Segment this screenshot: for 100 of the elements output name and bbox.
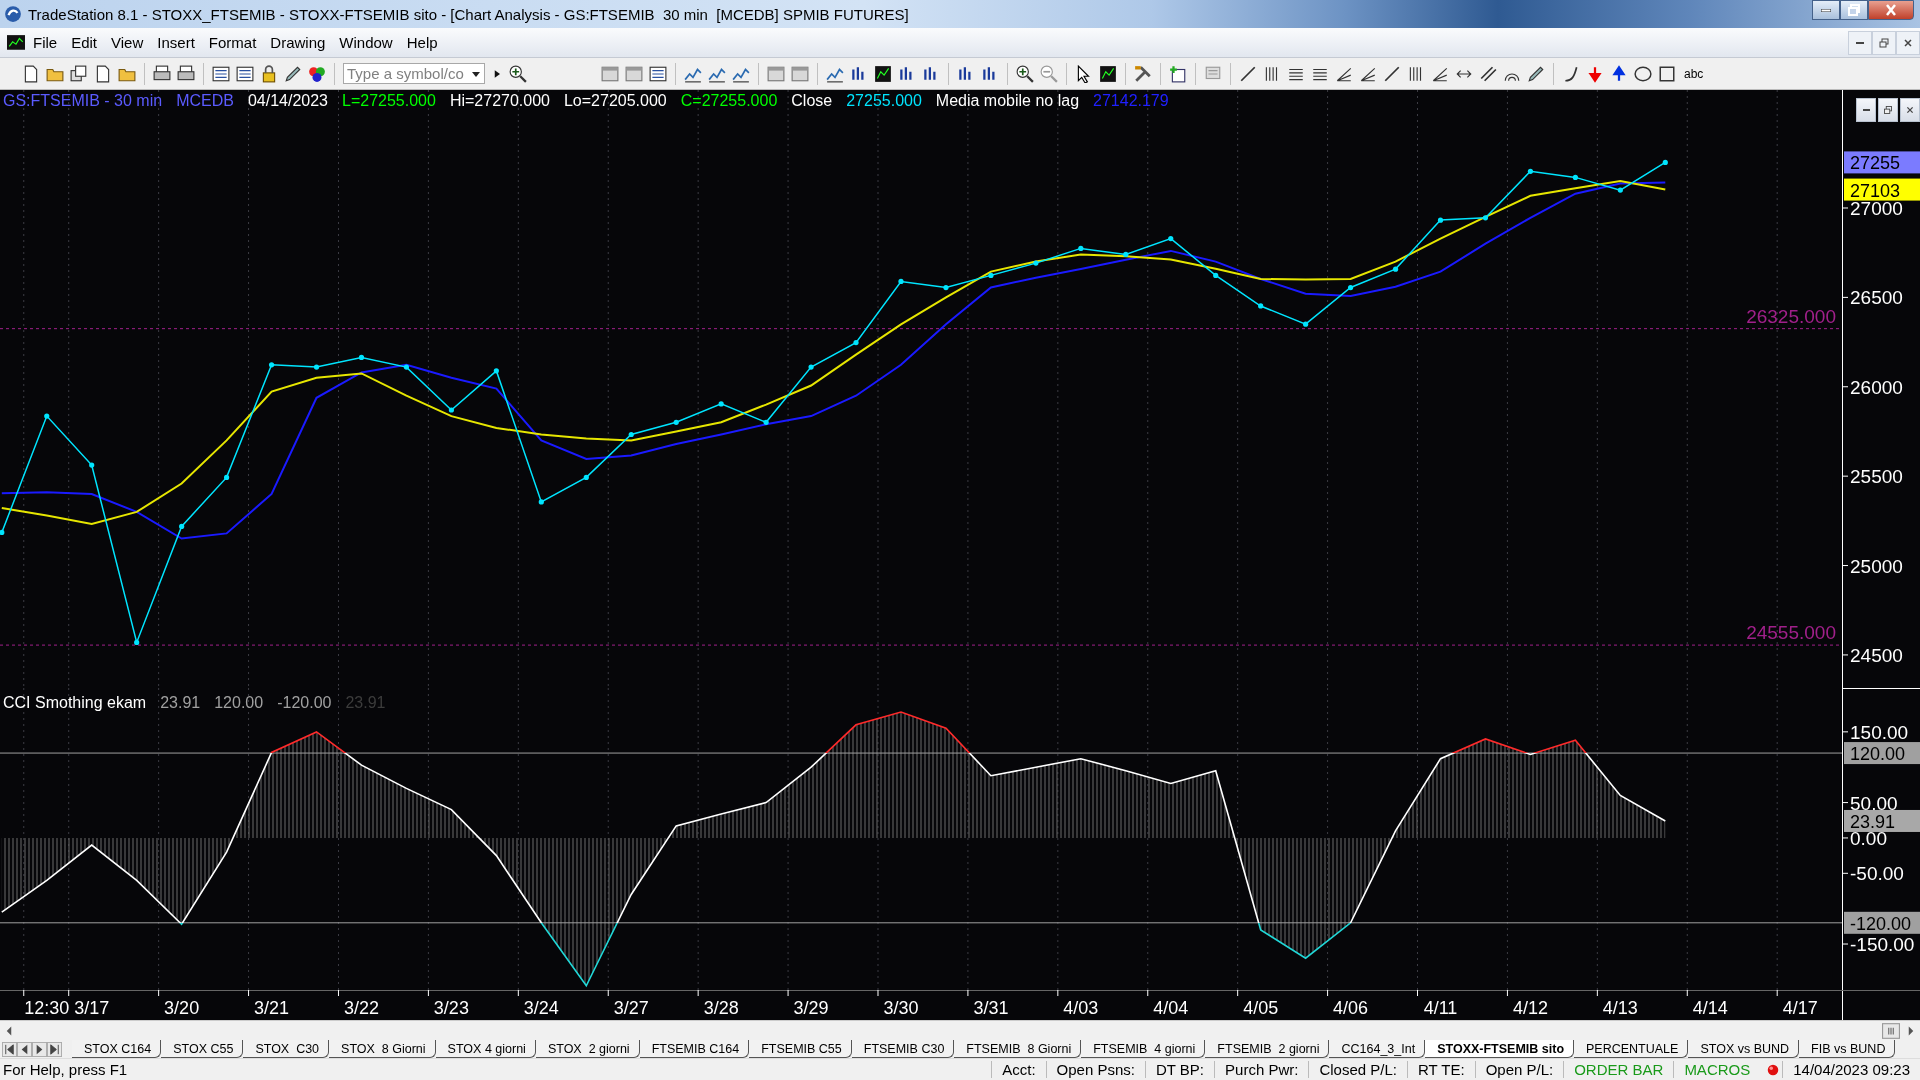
sheet-tab[interactable]: STOX 8 Giorni	[329, 1040, 436, 1058]
ellipse-icon[interactable]	[1634, 64, 1652, 83]
sheet-tab[interactable]: STOX C55	[161, 1040, 244, 1058]
line-tool-icon[interactable]	[1383, 64, 1401, 83]
scroll-thumb-icon[interactable]	[1880, 1021, 1902, 1040]
pencil-icon[interactable]	[1527, 64, 1545, 83]
rectangle-icon[interactable]	[1658, 64, 1676, 83]
menu-item[interactable]: Window	[332, 32, 400, 53]
legend-text: C=27255.000	[680, 92, 778, 110]
sheet-tab[interactable]: STOX C30	[243, 1040, 330, 1058]
cursor-icon[interactable]	[1075, 64, 1093, 83]
status-field: Acct:	[991, 1061, 1046, 1078]
axis-label: 24500	[1850, 644, 1903, 666]
sheet-tab[interactable]: STOX vs BUND	[1688, 1040, 1800, 1058]
date-label: 3/23	[433, 998, 469, 1018]
window-list-icon[interactable]	[212, 64, 230, 83]
sheet-tab[interactable]: STOX 2 giorni	[535, 1040, 640, 1058]
app-chart-icon[interactable]	[6, 33, 26, 52]
tools-icon[interactable]	[1134, 64, 1152, 83]
axis-label: -150.00	[1850, 934, 1915, 956]
sheet-tab[interactable]: FTSEMIB 2 giorni	[1205, 1040, 1330, 1058]
chart-window-icon[interactable]	[874, 64, 892, 83]
restore-button[interactable]	[1878, 98, 1898, 122]
app-logo-icon	[4, 5, 22, 23]
sheet-tab[interactable]: CC164_3_Int	[1329, 1040, 1426, 1058]
minimize-icon	[1862, 109, 1870, 111]
zoom-out-icon[interactable]	[1040, 64, 1058, 83]
date-label: 4/03	[1063, 998, 1099, 1018]
axis-label: 27000	[1850, 198, 1903, 219]
last-tab-icon[interactable]	[47, 1041, 62, 1057]
parallel-lines-icon[interactable]	[1479, 64, 1497, 83]
pen-icon[interactable]	[284, 64, 302, 83]
close-button[interactable]	[1868, 0, 1914, 20]
chart-window-icon[interactable]	[1099, 64, 1117, 83]
sheet-tab[interactable]: FTSEMIB 4 giorni	[1081, 1040, 1206, 1058]
date-label: 12:30	[24, 998, 70, 1018]
add-window-icon[interactable]	[1169, 64, 1187, 83]
up-arrow-icon[interactable]	[1610, 64, 1628, 83]
status-field: Open P/L:	[1474, 1061, 1564, 1078]
symbol-field[interactable]: Type a symbol/co	[343, 63, 485, 84]
sheet-tab[interactable]: STOX 4 giorni	[435, 1040, 536, 1058]
date-label: 3/20	[164, 998, 200, 1018]
sheet-tab[interactable]: FIB vs BUND	[1799, 1040, 1896, 1058]
new-document-icon[interactable]	[22, 64, 40, 83]
date-label: 3/24	[523, 998, 559, 1018]
copy-windows-icon[interactable]	[70, 64, 88, 83]
sheet-tab[interactable]: STOXX-FTSEMIB sito	[1425, 1040, 1575, 1058]
lock-icon[interactable]	[260, 64, 278, 83]
sheet-tab[interactable]: FTSEMIB C164	[639, 1040, 750, 1058]
menu-item[interactable]: Drawing	[263, 32, 333, 53]
legend-text: Lo=27205.000	[563, 92, 667, 110]
sheet-tab[interactable]: FTSEMIB C30	[851, 1040, 955, 1058]
window-list-icon[interactable]	[236, 64, 254, 83]
text-tool-button[interactable]: abc	[1682, 66, 1706, 81]
date-label: 3/22	[343, 998, 379, 1018]
next-tab-icon[interactable]	[32, 1041, 47, 1057]
minimize-icon	[1821, 8, 1831, 12]
menu-item[interactable]: Edit	[64, 32, 105, 53]
window-icon[interactable]	[649, 64, 667, 83]
date-label: 3/28	[703, 998, 739, 1018]
value-badge: -120.00	[1844, 911, 1920, 934]
search-icon[interactable]	[509, 64, 527, 83]
curve-icon[interactable]	[1562, 64, 1580, 83]
date-label: 4/17	[1782, 998, 1818, 1018]
sheet-tab[interactable]: STOX C164	[72, 1040, 162, 1058]
status-field: MACROS	[1673, 1061, 1761, 1078]
date-label: 3/27	[613, 998, 649, 1018]
sheet-tab[interactable]: PERCENTUALE	[1574, 1040, 1689, 1058]
menu-item[interactable]: Help	[399, 32, 445, 53]
printer-icon[interactable]	[177, 64, 195, 83]
sheet-tab[interactable]: FTSEMIB C55	[749, 1040, 852, 1058]
first-tab-icon[interactable]	[2, 1041, 17, 1057]
legend-text: Media mobile no lag	[935, 92, 1080, 110]
ref-line-label: -120.00	[1850, 913, 1912, 934]
document-icon[interactable]	[94, 64, 112, 83]
window-title: TradeStation 8.1 - STOXX_FTSEMIB - STOXX-FTSEMIB sito - [Chart Analysis - GS:FTSEMIB 30 min [MCEDB] SPMIB FUTURES]	[28, 5, 910, 23]
level-label: 24555.000	[1746, 622, 1836, 644]
down-arrow-icon[interactable]	[1586, 64, 1604, 83]
minimize-button[interactable]	[1856, 98, 1876, 122]
legend-text: 04/14/2023	[247, 92, 328, 110]
sheet-tab[interactable]: FTSEMIB 8 Giorni	[954, 1040, 1082, 1058]
minimize-button[interactable]	[1812, 0, 1840, 20]
level-label: 26325.000	[1746, 305, 1836, 327]
menu-item[interactable]: Insert	[150, 32, 202, 53]
print-preview-icon[interactable]	[153, 64, 171, 83]
restore-button[interactable]	[1840, 0, 1868, 20]
line-tool-icon[interactable]	[1239, 64, 1257, 83]
date-label: 3/29	[793, 998, 829, 1018]
menu-item[interactable]: File	[26, 32, 65, 53]
axis-label: 25000	[1850, 555, 1903, 577]
date-label: 4/11	[1423, 998, 1458, 1018]
menu-item[interactable]: View	[104, 32, 151, 53]
legend-text: GS:FTSEMIB - 30 min	[3, 92, 163, 110]
previous-tab-icon[interactable]	[17, 1041, 32, 1057]
menu-item[interactable]: Format	[201, 32, 264, 53]
status-field: DT BP:	[1144, 1061, 1215, 1078]
close-button[interactable]	[1900, 98, 1920, 122]
zoom-in-icon[interactable]	[1016, 64, 1034, 83]
color-balls-icon[interactable]	[308, 64, 326, 83]
restore-icon	[1881, 103, 1895, 117]
